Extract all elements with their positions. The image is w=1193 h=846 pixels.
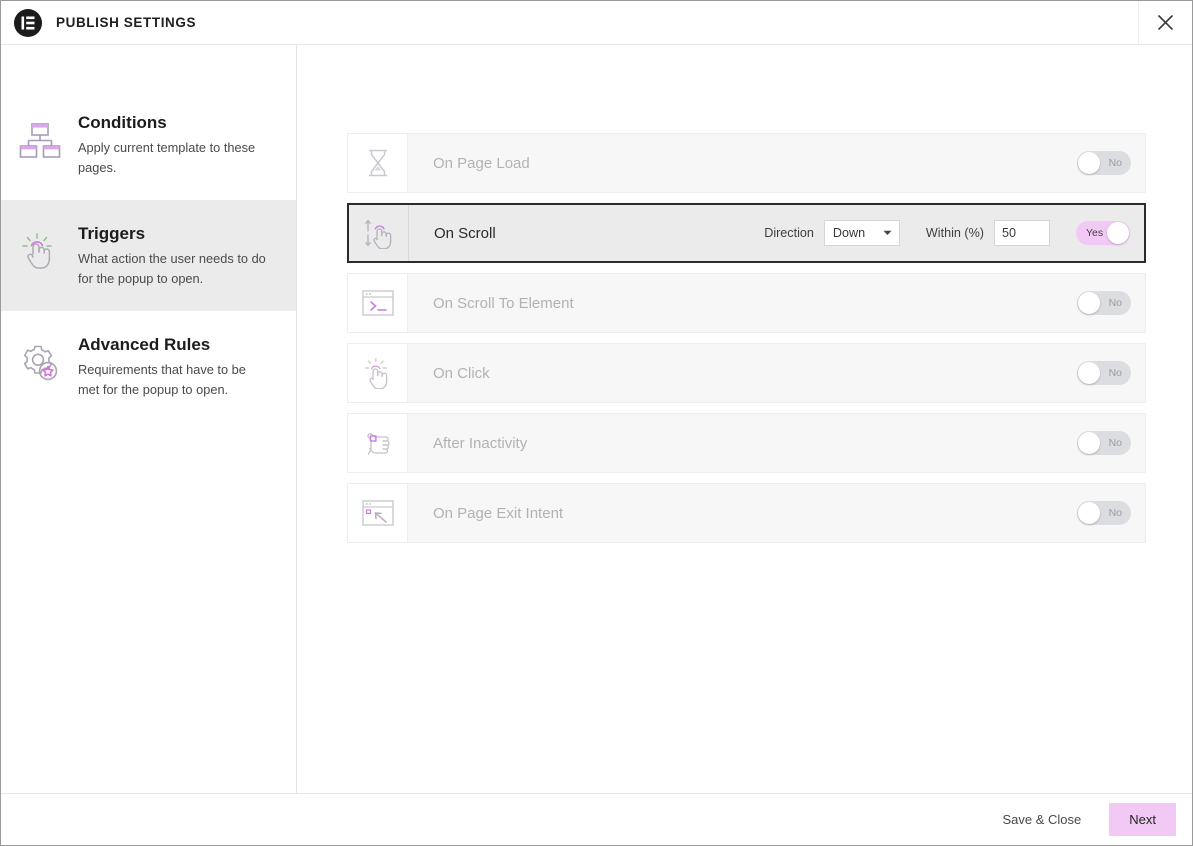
- chevron-down-icon: [883, 230, 892, 236]
- trigger-row-body: After Inactivity No: [408, 414, 1145, 472]
- page-title: PUBLISH SETTINGS: [56, 15, 196, 30]
- toggle-knob: [1078, 152, 1100, 174]
- toggle-knob: [1078, 502, 1100, 524]
- browser-prompt-icon: [348, 274, 408, 332]
- trigger-row-body: On Scroll To Element No: [408, 274, 1145, 332]
- exit-intent-icon: [348, 484, 408, 542]
- sidebar-item-title: Advanced Rules: [78, 335, 268, 355]
- trigger-label: On Page Exit Intent: [433, 505, 563, 522]
- tap-hand-icon: [15, 226, 65, 278]
- sidebar-item-triggers[interactable]: Triggers What action the user needs to d…: [1, 200, 296, 311]
- trigger-row-body: On Scroll Direction Down: [409, 205, 1144, 261]
- sidebar-item-title: Conditions: [78, 113, 268, 133]
- trigger-row-on-scroll[interactable]: On Scroll Direction Down: [347, 203, 1146, 263]
- toggle-label: No: [1109, 437, 1122, 449]
- toggle-label: No: [1109, 507, 1122, 519]
- trigger-label: On Scroll: [434, 225, 496, 242]
- direction-control: Direction Down: [764, 220, 900, 246]
- click-hand-icon: [348, 344, 408, 402]
- brand: PUBLISH SETTINGS: [1, 9, 196, 37]
- sidebar-item-conditions[interactable]: Conditions Apply current template to the…: [1, 89, 296, 200]
- trigger-toggle[interactable]: Yes: [1076, 221, 1130, 245]
- publish-settings-dialog: PUBLISH SETTINGS: [0, 0, 1193, 846]
- next-button[interactable]: Next: [1109, 803, 1176, 836]
- dialog-header: PUBLISH SETTINGS: [1, 1, 1192, 45]
- toggle-knob: [1078, 432, 1100, 454]
- trigger-toggle[interactable]: No: [1077, 291, 1131, 315]
- trigger-row-body: On Page Exit Intent No: [408, 484, 1145, 542]
- sidebar-item-text: Triggers What action the user needs to d…: [65, 222, 268, 289]
- close-button[interactable]: [1138, 1, 1192, 44]
- save-and-close-button[interactable]: Save & Close: [1003, 812, 1082, 827]
- trigger-toggle[interactable]: No: [1077, 151, 1131, 175]
- trigger-row-after-inactivity[interactable]: After Inactivity No: [347, 413, 1146, 473]
- idle-hand-icon: [348, 414, 408, 472]
- trigger-label: On Scroll To Element: [433, 295, 574, 312]
- sitemap-icon: [15, 115, 65, 167]
- sidebar-item-title: Triggers: [78, 224, 268, 244]
- trigger-row-on-page-load[interactable]: On Page Load No: [347, 133, 1146, 193]
- sidebar-item-desc: Requirements that have to be met for the…: [78, 360, 268, 400]
- trigger-list: On Page Load No: [347, 133, 1146, 543]
- gear-star-icon: [15, 337, 65, 389]
- elementor-logo-icon: [14, 9, 42, 37]
- dialog-body: Conditions Apply current template to the…: [1, 45, 1192, 793]
- scroll-hand-icon: [349, 205, 409, 261]
- trigger-label: After Inactivity: [433, 435, 527, 452]
- sidebar-item-advanced-rules[interactable]: Advanced Rules Requirements that have to…: [1, 311, 296, 422]
- within-label: Within (%): [926, 226, 984, 240]
- toggle-label: Yes: [1086, 227, 1103, 239]
- sidebar-item-text: Advanced Rules Requirements that have to…: [65, 333, 268, 400]
- within-input[interactable]: [994, 220, 1050, 246]
- trigger-toggle[interactable]: No: [1077, 501, 1131, 525]
- trigger-toggle[interactable]: No: [1077, 361, 1131, 385]
- within-control: Within (%): [926, 220, 1050, 246]
- trigger-label: On Page Load: [433, 155, 530, 172]
- trigger-row-on-scroll-to-element[interactable]: On Scroll To Element No: [347, 273, 1146, 333]
- toggle-knob: [1078, 292, 1100, 314]
- toggle-label: No: [1109, 367, 1122, 379]
- trigger-row-body: On Page Load No: [408, 134, 1145, 192]
- trigger-row-on-click[interactable]: On Click No: [347, 343, 1146, 403]
- direction-label: Direction: [764, 226, 814, 240]
- sidebar-item-text: Conditions Apply current template to the…: [65, 111, 268, 178]
- main-content: On Page Load No: [297, 45, 1192, 793]
- sidebar-item-desc: What action the user needs to do for the…: [78, 249, 268, 289]
- close-icon: [1157, 14, 1174, 31]
- trigger-row-on-page-exit-intent[interactable]: On Page Exit Intent No: [347, 483, 1146, 543]
- trigger-toggle[interactable]: No: [1077, 431, 1131, 455]
- toggle-knob: [1107, 222, 1129, 244]
- direction-value: Down: [833, 226, 865, 240]
- toggle-label: No: [1109, 157, 1122, 169]
- dialog-footer: Save & Close Next: [1, 793, 1192, 845]
- trigger-row-body: On Click No: [408, 344, 1145, 402]
- toggle-knob: [1078, 362, 1100, 384]
- sidebar-item-desc: Apply current template to these pages.: [78, 138, 268, 178]
- trigger-label: On Click: [433, 365, 490, 382]
- direction-select[interactable]: Down: [824, 220, 900, 246]
- sidebar: Conditions Apply current template to the…: [1, 45, 297, 793]
- hourglass-icon: [348, 134, 408, 192]
- toggle-label: No: [1109, 297, 1122, 309]
